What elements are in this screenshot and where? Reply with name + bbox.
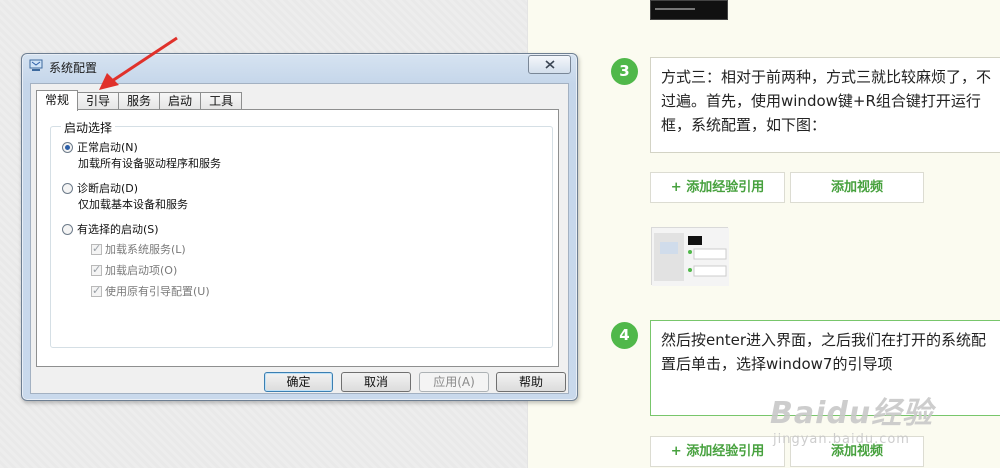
close-button[interactable]	[528, 55, 571, 74]
checkbox-load-startup-items: 加载启动项(O)	[91, 262, 177, 278]
red-arrow-annotation	[99, 36, 178, 90]
checkbox-use-original-boot-config: 使用原有引导配置(U)	[91, 283, 210, 299]
checkbox-indicator	[91, 284, 102, 297]
add-reference-button[interactable]: + 添加经验引用	[650, 436, 785, 467]
system-config-icon	[29, 59, 43, 71]
watermark-brand: Baidu经验	[770, 396, 934, 431]
watermark-url: jingyan.baidu.com	[773, 432, 910, 447]
tab-general[interactable]: 常规	[36, 90, 79, 111]
checkbox-label: 使用原有引导配置(U)	[105, 285, 210, 298]
group-label: 启动选择	[61, 119, 116, 136]
dialog-client-area: 常规 引导 服务 启动 工具 启动选择 正常启动(N) 加载所有设备驱动程序和服…	[30, 83, 569, 394]
add-reference-button[interactable]: + 添加经验引用	[650, 172, 785, 203]
apply-button[interactable]: 应用(A)	[419, 372, 489, 392]
general-tab-panel: 启动选择 正常启动(N) 加载所有设备驱动程序和服务 诊断启动(D) 仅加载基本…	[36, 109, 559, 367]
radio-selective-startup[interactable]: 有选择的启动(S)	[62, 221, 159, 237]
help-button[interactable]: 帮助	[496, 372, 566, 392]
checkbox-label: 加载启动项(O)	[105, 264, 178, 277]
checkbox-indicator	[91, 242, 102, 255]
radio-indicator[interactable]	[62, 141, 73, 153]
add-video-button[interactable]: 添加视频	[790, 172, 924, 203]
ok-button[interactable]: 确定	[264, 372, 333, 392]
step-number-badge: 4	[611, 322, 638, 349]
radio-diagnostic-startup[interactable]: 诊断启动(D)	[62, 180, 138, 196]
radio-label: 诊断启动(D)	[77, 182, 139, 195]
radio-label: 有选择的启动(S)	[77, 223, 159, 236]
screenshot-thumbnail-top[interactable]	[650, 0, 728, 20]
step-3-text[interactable]: 方式三：相对于前两种，方式三就比较麻烦了，不过遍。首先，使用window键+R组…	[650, 57, 1000, 153]
radio-indicator[interactable]	[62, 223, 73, 235]
cancel-button[interactable]: 取消	[341, 372, 411, 392]
radio-indicator[interactable]	[62, 182, 73, 194]
system-config-dialog: 系统配置 常规 引导 服务 启动 工具 启动选择 正常启动(N) 加载所有设备驱…	[21, 53, 578, 401]
step-number-badge: 3	[611, 58, 638, 85]
checkbox-indicator	[91, 263, 102, 276]
option-description: 加载所有设备驱动程序和服务	[78, 157, 221, 170]
dialog-title: 系统配置	[49, 61, 98, 75]
radio-label: 正常启动(N)	[77, 141, 138, 154]
checkbox-label: 加载系统服务(L)	[105, 243, 186, 256]
startup-selection-group: 启动选择 正常启动(N) 加载所有设备驱动程序和服务 诊断启动(D) 仅加载基本…	[50, 119, 553, 348]
baidu-watermark: Baidu经验 jingyan.baidu.com	[770, 388, 933, 447]
tab-tools[interactable]: 工具	[200, 92, 243, 110]
close-icon	[544, 60, 555, 69]
option-description: 仅加载基本设备和服务	[78, 198, 188, 211]
radio-normal-startup[interactable]: 正常启动(N)	[62, 139, 138, 155]
screenshot-thumbnail[interactable]	[651, 227, 729, 286]
thumbnail-image	[652, 228, 729, 286]
checkbox-load-system-services: 加载系统服务(L)	[91, 241, 186, 257]
